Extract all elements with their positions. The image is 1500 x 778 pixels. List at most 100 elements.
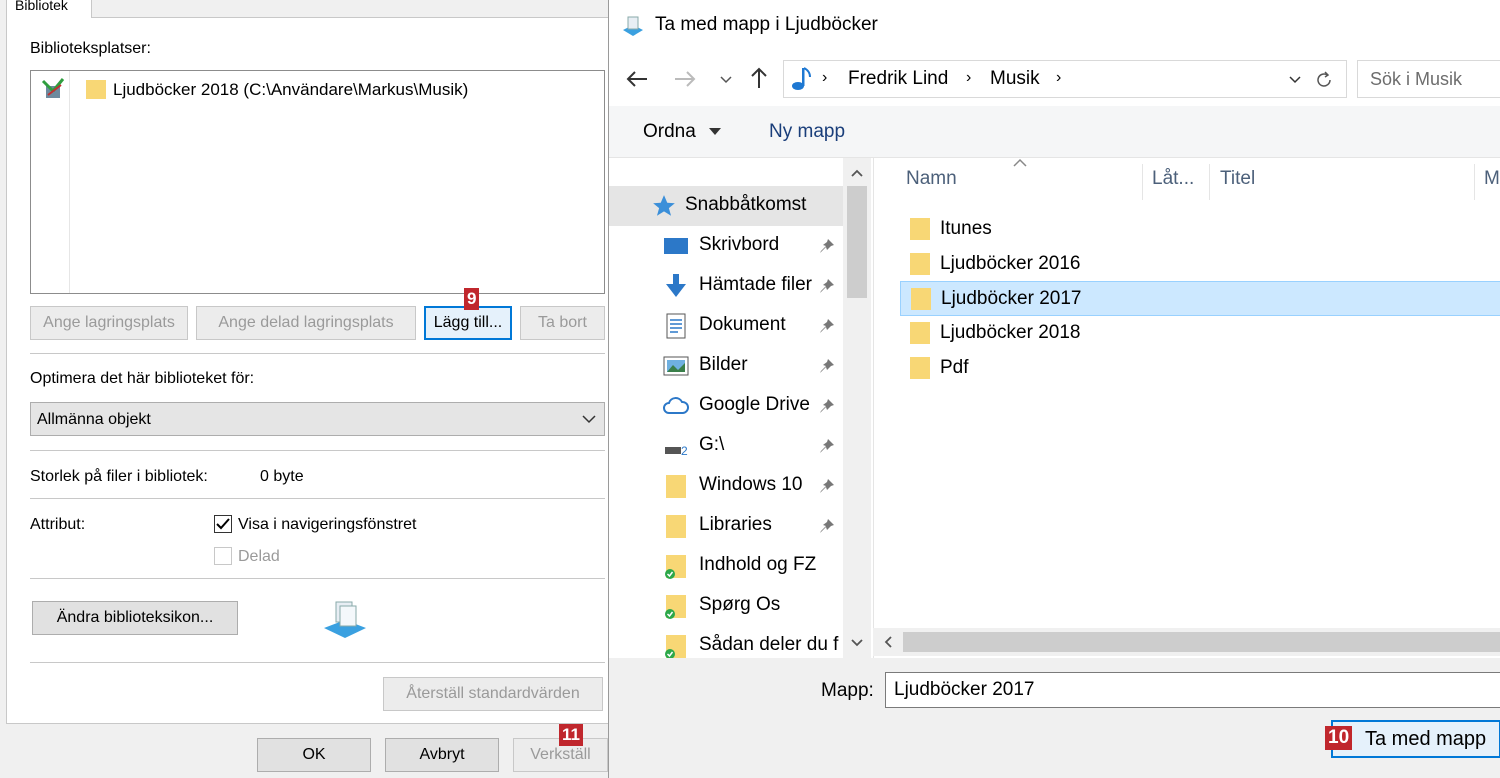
desktop-icon	[664, 238, 688, 254]
nav-label: Indhold og FZ	[699, 554, 817, 575]
set-shared-location-button[interactable]: Ange delad lagringsplats	[196, 306, 416, 340]
location-path: Ljudböcker 2018 (C:\Användare\Markus\Mus…	[113, 80, 469, 99]
back-arrow-icon[interactable]	[625, 67, 649, 91]
divider	[30, 498, 605, 499]
pin-icon	[820, 359, 834, 373]
nav-item-pictures[interactable]: Bilder	[609, 346, 843, 386]
remove-button[interactable]: Ta bort	[520, 306, 605, 340]
restore-defaults-button[interactable]: Återställ standardvärden	[383, 677, 603, 711]
search-input[interactable]: Sök i Musik	[1357, 60, 1500, 98]
nav-item-google-drive[interactable]: Google Drive	[609, 386, 843, 426]
synced-folder-icon	[665, 555, 686, 579]
change-library-icon-button[interactable]: Ändra biblioteksikon...	[32, 601, 238, 635]
column-header-name[interactable]: Namn	[906, 168, 957, 190]
optimize-select[interactable]: Allmänna objekt	[30, 402, 605, 436]
file-row-itunes[interactable]: Itunes	[900, 212, 1500, 247]
nav-item-documents[interactable]: Dokument	[609, 306, 843, 346]
dialog-button-bar: OK Avbryt Verkställ 11	[0, 724, 608, 778]
divider	[30, 450, 605, 451]
nav-item-libraries[interactable]: Libraries	[609, 506, 843, 546]
column-header-m[interactable]: M	[1484, 168, 1500, 190]
scroll-down-icon[interactable]	[850, 638, 864, 648]
shared-label: Delad	[238, 548, 280, 565]
nav-item-indhold-og-fz[interactable]: Indhold og FZ	[609, 546, 843, 586]
new-folder-button[interactable]: Ny mapp	[769, 121, 845, 143]
cloud-icon	[663, 397, 689, 414]
size-value: 0 byte	[260, 468, 304, 485]
shared-checkbox[interactable]	[214, 547, 232, 565]
scroll-up-icon[interactable]	[850, 168, 864, 178]
address-dropdown-icon[interactable]	[1288, 73, 1302, 87]
nav-item-desktop[interactable]: Skrivbord	[609, 226, 843, 266]
set-location-button[interactable]: Ange lagringsplats	[30, 306, 188, 340]
column-separator[interactable]	[1209, 164, 1210, 200]
nav-item-sporg-os[interactable]: Spørg Os	[609, 586, 843, 626]
navigation-pane: Snabbåtkomst Skrivbord Hämtade filer Dok…	[609, 158, 873, 658]
organize-label: Ordna	[643, 121, 696, 142]
breadcrumb-separator: ›	[822, 69, 828, 86]
horizontal-scroll-thumb[interactable]	[903, 632, 1500, 652]
address-bar[interactable]: › Fredrik Lind › Musik ›	[783, 60, 1347, 98]
nav-item-quick-access[interactable]: Snabbåtkomst	[609, 186, 843, 226]
list-gutter	[69, 71, 70, 293]
column-header-track[interactable]: Låt...	[1152, 168, 1194, 190]
scroll-left-icon[interactable]	[883, 635, 893, 649]
nav-label: Snabbåtkomst	[685, 194, 807, 215]
file-name: Ljudböcker 2018	[940, 322, 1081, 343]
nav-item-windows-10[interactable]: Windows 10	[609, 466, 843, 506]
folder-icon	[666, 515, 686, 538]
step-badge-9: 9	[464, 288, 480, 310]
command-bar: Ordna Ny mapp	[609, 106, 1500, 158]
show-in-nav-checkbox[interactable]	[214, 515, 232, 533]
breadcrumb-fredrik-lind[interactable]: Fredrik Lind	[848, 68, 948, 90]
include-folder-dialog: Ta med mapp i Ljudböcker › Fredrik Lind …	[608, 0, 1500, 778]
forward-arrow-icon[interactable]	[673, 67, 697, 91]
up-arrow-icon[interactable]	[747, 66, 771, 90]
checkmark-icon	[216, 518, 230, 530]
location-list-item[interactable]: Ljudböcker 2018 (C:\Användare\Markus\Mus…	[39, 77, 599, 103]
file-row-ljudbocker-2017[interactable]: Ljudböcker 2017	[900, 281, 1500, 316]
column-separator[interactable]	[1142, 164, 1143, 200]
nav-label: Spørg Os	[699, 594, 781, 615]
folder-icon	[910, 218, 930, 240]
folder-input[interactable]: Ljudböcker 2017	[885, 672, 1500, 708]
file-row-ljudbocker-2016[interactable]: Ljudböcker 2016	[900, 247, 1500, 282]
dialog-icon	[623, 16, 643, 36]
tab-library[interactable]: Bibliotek	[6, 0, 92, 18]
folder-icon	[910, 357, 930, 379]
attributes-label: Attribut:	[30, 516, 86, 533]
pin-icon	[820, 399, 834, 413]
add-button[interactable]: Lägg till...	[424, 306, 512, 340]
library-locations-list[interactable]: Ljudböcker 2018 (C:\Användare\Markus\Mus…	[30, 70, 605, 294]
recent-chevron-icon[interactable]	[719, 73, 733, 87]
file-row-pdf[interactable]: Pdf	[900, 351, 1500, 386]
ok-button[interactable]: OK	[257, 738, 371, 772]
title-bar: Ta med mapp i Ljudböcker	[609, 0, 1500, 50]
dialog-footer: Mapp: Ljudböcker 2017 Ta med mapp 10	[609, 658, 1500, 778]
nav-scrollbar[interactable]	[843, 158, 871, 658]
nav-item-downloads[interactable]: Hämtade filer	[609, 266, 843, 306]
column-header-title[interactable]: Titel	[1220, 168, 1255, 190]
file-row-ljudbocker-2018[interactable]: Ljudböcker 2018	[900, 316, 1500, 351]
pin-icon	[820, 239, 834, 253]
cancel-button[interactable]: Avbryt	[385, 738, 499, 772]
screenshot-root: Bibliotek Biblioteksplatser: Ljudböcker …	[0, 0, 1500, 778]
pin-icon	[820, 319, 834, 333]
breadcrumb-musik[interactable]: Musik	[990, 68, 1040, 90]
pin-icon	[820, 519, 834, 533]
refresh-icon[interactable]	[1314, 70, 1334, 90]
file-name: Pdf	[940, 357, 969, 378]
organize-button[interactable]: Ordna	[643, 121, 722, 143]
horizontal-scrollbar[interactable]	[873, 628, 1500, 656]
folder-icon	[86, 80, 106, 99]
column-separator[interactable]	[1474, 164, 1475, 200]
include-folder-button[interactable]: Ta med mapp	[1331, 720, 1500, 758]
locations-label: Biblioteksplatser:	[30, 40, 151, 57]
music-note-icon	[792, 67, 811, 90]
nav-item-sadan-deler[interactable]: Sådan deler du f	[609, 626, 843, 658]
chevron-down-icon	[582, 415, 596, 424]
file-name: Itunes	[940, 218, 992, 239]
nav-item-g-drive[interactable]: 2 G:\	[609, 426, 843, 466]
step-badge-11: 11	[559, 724, 583, 746]
nav-scroll-thumb[interactable]	[847, 186, 867, 298]
